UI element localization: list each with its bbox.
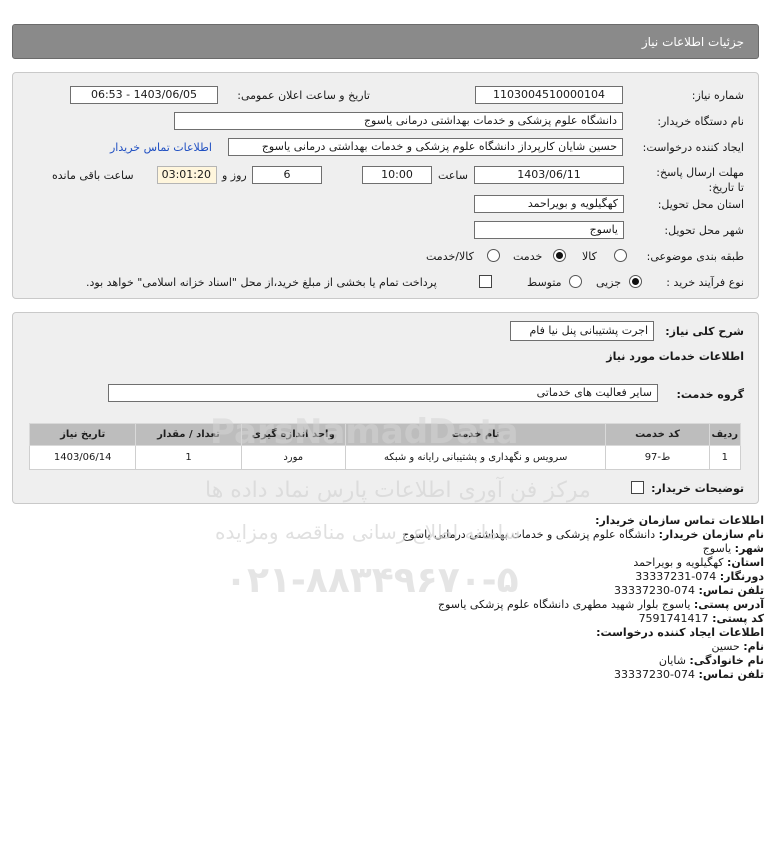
creator-field: حسین شایان کارپرداز دانشگاه علوم پزشکی و… bbox=[228, 138, 623, 156]
cell-service-code: ط-97 bbox=[605, 445, 710, 470]
cell-need-date: 1403/06/14 bbox=[28, 445, 137, 470]
contact-fax: دورنگار: 074-33337231 bbox=[635, 570, 764, 583]
col-header-code: کد خدمت bbox=[605, 423, 710, 446]
services-heading: اطلاعات خدمات مورد نیاز bbox=[606, 350, 744, 363]
process-label: نوع فرآیند خرید : bbox=[666, 276, 744, 289]
contact-address: آدرس پستی: یاسوج بلوار شهید مطهری دانشگا… bbox=[437, 598, 764, 611]
col-header-name: نام خدمت bbox=[344, 423, 607, 446]
creator-label: ایجاد کننده درخواست: bbox=[642, 141, 744, 154]
summary-field: اجرت پشتیبانی پنل نیا فام bbox=[510, 321, 654, 341]
process-radio-medium[interactable] bbox=[569, 275, 582, 288]
remaining-label: ساعت باقی مانده bbox=[52, 169, 134, 182]
announce-datetime-field: 1403/06/05 - 06:53 bbox=[70, 86, 218, 104]
deadline-time-label: ساعت bbox=[438, 169, 468, 182]
creator-phone: تلفن تماس: 074-33337230 bbox=[614, 668, 764, 681]
table-row: 1 ط-97 سرویس و نگهداری و پشتیبانی رایانه… bbox=[28, 445, 742, 470]
days-remaining-field: 6 bbox=[252, 166, 322, 184]
contact-postal-code: کد پستی: 7591741417 bbox=[638, 612, 764, 625]
buyer-contact-link[interactable]: اطلاعات تماس خریدار bbox=[110, 141, 212, 154]
need-details-panel bbox=[12, 72, 759, 299]
category-option-goods: کالا bbox=[582, 250, 597, 263]
cell-unit: مورد bbox=[240, 445, 346, 470]
category-label: طبقه بندی موضوعی: bbox=[646, 250, 744, 263]
cell-service-name: سرویس و نگهداری و پشتیبانی رایانه و شبکه bbox=[344, 445, 607, 470]
city-label: شهر محل تحویل: bbox=[664, 224, 744, 237]
watermark-phone: ۰۲۱-۸۸۳۴۹۶۷۰-۵ bbox=[225, 560, 519, 601]
buyer-notes-label: توضیحات خریدار: bbox=[651, 482, 744, 495]
col-header-quantity: تعداد / مقدار bbox=[135, 423, 242, 446]
treasury-payment-note: پرداخت تمام یا بخشی از مبلغ خرید،از محل … bbox=[86, 276, 437, 289]
need-number-field: 1103004510000104 bbox=[475, 86, 623, 104]
contact-phone: تلفن تماس: 074-33337230 bbox=[614, 584, 764, 597]
deadline-date-field: 1403/06/11 bbox=[474, 166, 624, 184]
process-option-minor: جزیی bbox=[596, 276, 622, 289]
need-number-label: شماره نیاز: bbox=[691, 89, 744, 102]
col-header-row: ردیف bbox=[708, 423, 742, 446]
service-group-label: گروه خدمت: bbox=[676, 388, 744, 401]
page-title: جزئیات اطلاعات نیاز bbox=[641, 35, 744, 49]
summary-label: شرح کلی نیاز: bbox=[665, 325, 744, 338]
process-radio-minor[interactable] bbox=[629, 275, 642, 288]
cell-row-number: 1 bbox=[708, 445, 742, 470]
service-group-field: سایر فعالیت های خدماتی bbox=[108, 384, 658, 402]
page-header: جزئیات اطلاعات نیاز bbox=[12, 24, 759, 59]
remaining-time-field: 03:01:20 bbox=[157, 166, 217, 184]
col-header-unit: واحد اندازه گیری bbox=[240, 423, 346, 446]
contact-city: شهر: یاسوج bbox=[702, 542, 764, 555]
days-label: روز و bbox=[222, 169, 247, 182]
category-option-goods-service: کالا/خدمت bbox=[426, 250, 474, 263]
buyer-notes-checkbox[interactable] bbox=[631, 481, 644, 494]
deadline-time-field: 10:00 bbox=[362, 166, 432, 184]
creator-first-name: نام: حسین bbox=[711, 640, 764, 653]
city-field: یاسوج bbox=[474, 221, 624, 239]
contact-province: استان: کهگیلویه و بویراحمد bbox=[633, 556, 764, 569]
category-radio-service[interactable] bbox=[553, 249, 566, 262]
province-label: استان محل تحویل: bbox=[657, 198, 744, 211]
province-field: کهگیلویه و بویراحمد bbox=[474, 195, 624, 213]
category-radio-goods[interactable] bbox=[614, 249, 627, 262]
contact-org: نام سازمان خریدار: دانشگاه علوم پزشکی و … bbox=[402, 528, 764, 541]
buyer-org-label: نام دستگاه خریدار: bbox=[657, 115, 744, 128]
treasury-payment-checkbox[interactable] bbox=[479, 275, 492, 288]
category-option-service: خدمت bbox=[513, 250, 543, 263]
deadline-label: مهلت ارسال پاسخ: تا تاریخ: bbox=[656, 166, 744, 194]
process-option-medium: متوسط bbox=[527, 276, 562, 289]
buyer-org-field: دانشگاه علوم پزشکی و خدمات بهداشتی درمان… bbox=[174, 112, 623, 130]
category-radio-goods-service[interactable] bbox=[487, 249, 500, 262]
services-table: ردیف کد خدمت نام خدمت واحد اندازه گیری ت… bbox=[28, 423, 742, 470]
cell-quantity: 1 bbox=[135, 445, 242, 470]
announce-label: تاریخ و ساعت اعلان عمومی: bbox=[237, 89, 370, 102]
contact-heading: اطلاعات تماس سازمان خریدار: bbox=[595, 514, 764, 527]
creator-last-name: نام خانوادگی: شایان bbox=[658, 654, 764, 667]
col-header-date: تاریخ نیاز bbox=[28, 423, 137, 446]
services-table-header: ردیف کد خدمت نام خدمت واحد اندازه گیری ت… bbox=[28, 423, 742, 446]
creator-heading: اطلاعات ایجاد کننده درخواست: bbox=[596, 626, 764, 639]
